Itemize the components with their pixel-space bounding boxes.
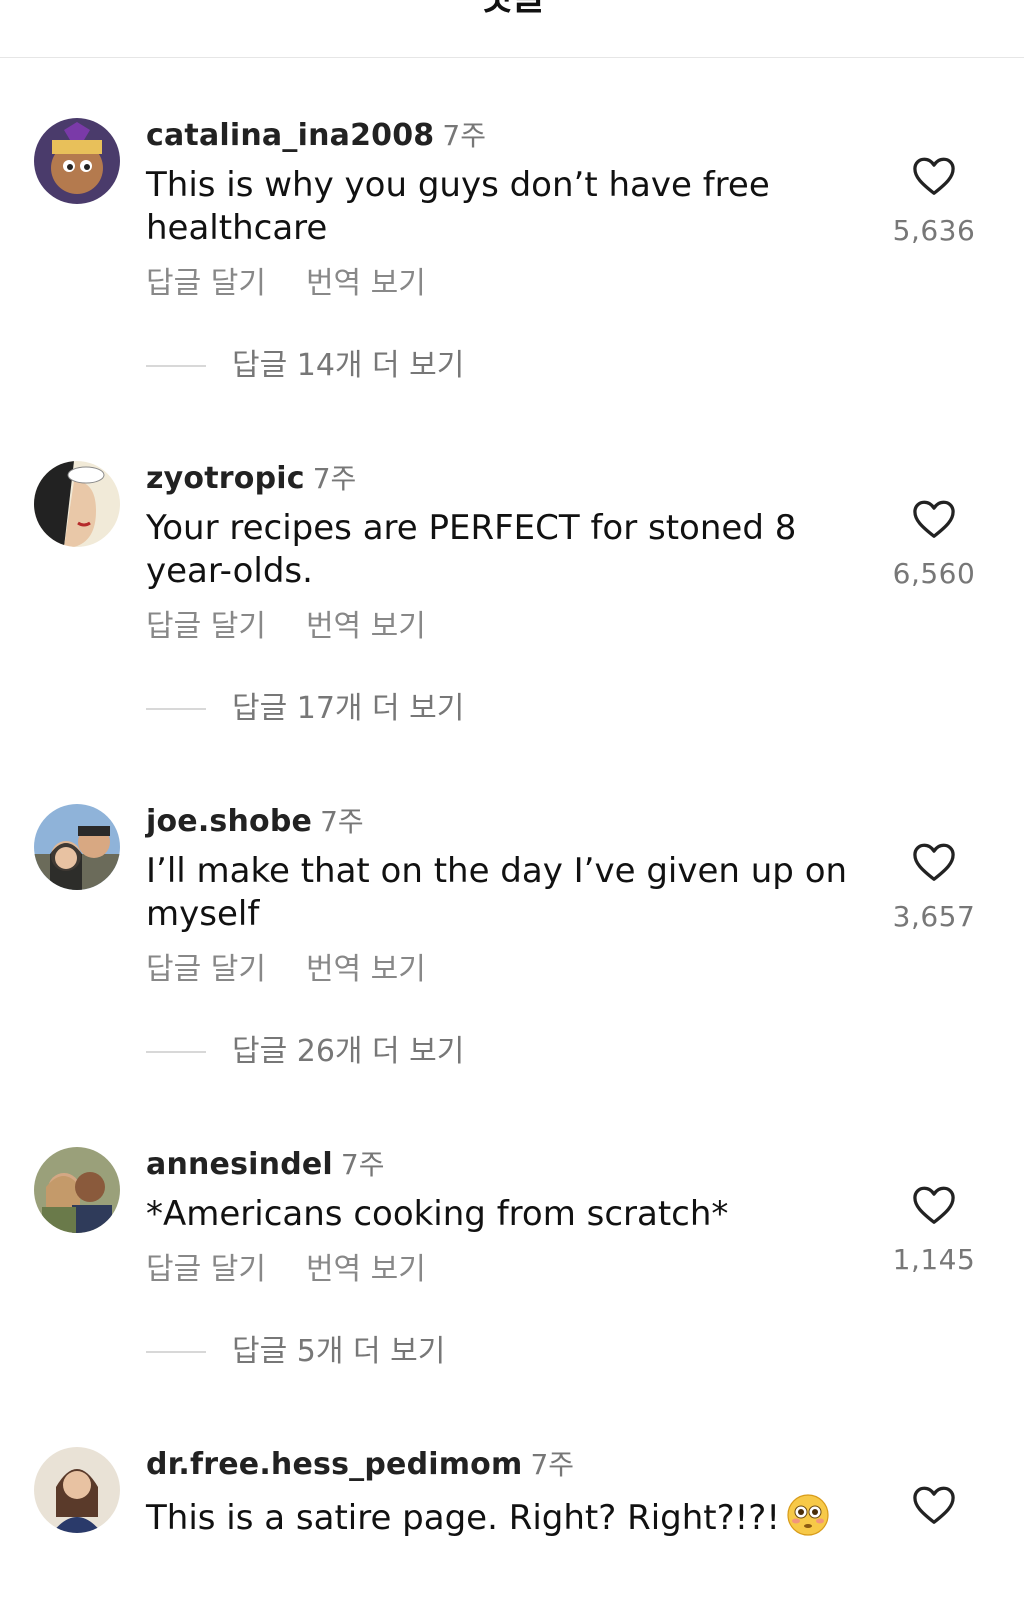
page-title: 댓글 (0, 0, 1024, 22)
comments-header: 댓글 (0, 0, 1024, 58)
comment-text: *Americans cooking from scratch* (146, 1194, 729, 1234)
like-count: 5,636 (892, 214, 976, 247)
replies-divider (146, 1051, 206, 1053)
heart-outline-icon[interactable] (912, 1485, 956, 1525)
translate-button[interactable]: 번역 보기 (306, 609, 426, 644)
view-replies-label: 답글 17개 더 보기 (232, 691, 465, 726)
comment-time: 7주 (320, 805, 364, 838)
comment-text: Your recipes are PERFECT for stoned 8 ye… (146, 508, 797, 591)
replies-divider (146, 365, 206, 367)
reply-button[interactable]: 답글 달기 (146, 266, 266, 301)
reply-button[interactable]: 답글 달기 (146, 609, 266, 644)
comment-text-content: This is a satire page. Right? Right?!?! (146, 1498, 780, 1538)
view-replies-label: 답글 5개 더 보기 (232, 1334, 446, 1369)
comment-time: 7주 (530, 1448, 575, 1481)
view-replies-button[interactable]: 답글 26개 더 보기 (146, 1032, 866, 1072)
username[interactable]: dr.free.hess_pedimom (146, 1447, 522, 1482)
heart-outline-icon[interactable] (912, 842, 956, 882)
comment-text: I’ll make that on the day I’ve given up … (146, 851, 848, 934)
avatar[interactable] (34, 804, 120, 890)
view-replies-button[interactable]: 답글 17개 더 보기 (146, 689, 866, 729)
comment-time: 7주 (442, 119, 486, 152)
translate-button[interactable]: 번역 보기 (306, 266, 426, 301)
like-count: 6,560 (892, 557, 976, 590)
flushed-face-emoji (787, 1494, 829, 1536)
like-count: 1,145 (892, 1243, 976, 1276)
like-control: 1,145 (884, 1185, 984, 1276)
comment-text: This is why you guys don’t have free hea… (146, 165, 770, 248)
heart-outline-icon[interactable] (912, 499, 956, 539)
avatar[interactable] (34, 1147, 120, 1233)
comment-time: 7주 (312, 462, 357, 495)
replies-divider (146, 708, 206, 710)
username[interactable]: catalina_ina2008 (146, 118, 434, 153)
like-control: 6,560 (884, 499, 984, 590)
like-count: 3,657 (892, 900, 976, 933)
translate-button[interactable]: 번역 보기 (306, 1252, 426, 1287)
like-control: 5,636 (884, 156, 984, 247)
heart-outline-icon[interactable] (912, 1185, 956, 1225)
reply-button[interactable]: 답글 달기 (146, 952, 266, 987)
view-replies-label: 답글 26개 더 보기 (232, 1034, 465, 1069)
reply-button[interactable]: 답글 달기 (146, 1252, 266, 1287)
like-control (884, 1485, 984, 1525)
avatar[interactable] (34, 461, 120, 547)
replies-divider (146, 1351, 206, 1353)
avatar[interactable] (34, 118, 120, 204)
like-control: 3,657 (884, 842, 984, 933)
username[interactable]: joe.shobe (146, 804, 312, 839)
view-replies-label: 답글 14개 더 보기 (232, 348, 465, 383)
translate-button[interactable]: 번역 보기 (306, 952, 426, 987)
avatar[interactable] (34, 1447, 120, 1533)
comment-text: This is a satire page. Right? Right?!?! (146, 1493, 866, 1540)
comment-time: 7주 (340, 1148, 385, 1181)
heart-outline-icon[interactable] (912, 156, 956, 196)
view-replies-button[interactable]: 답글 14개 더 보기 (146, 346, 866, 386)
view-replies-button[interactable]: 답글 5개 더 보기 (146, 1332, 866, 1372)
username[interactable]: annesindel (146, 1147, 333, 1182)
username[interactable]: zyotropic (146, 461, 305, 496)
